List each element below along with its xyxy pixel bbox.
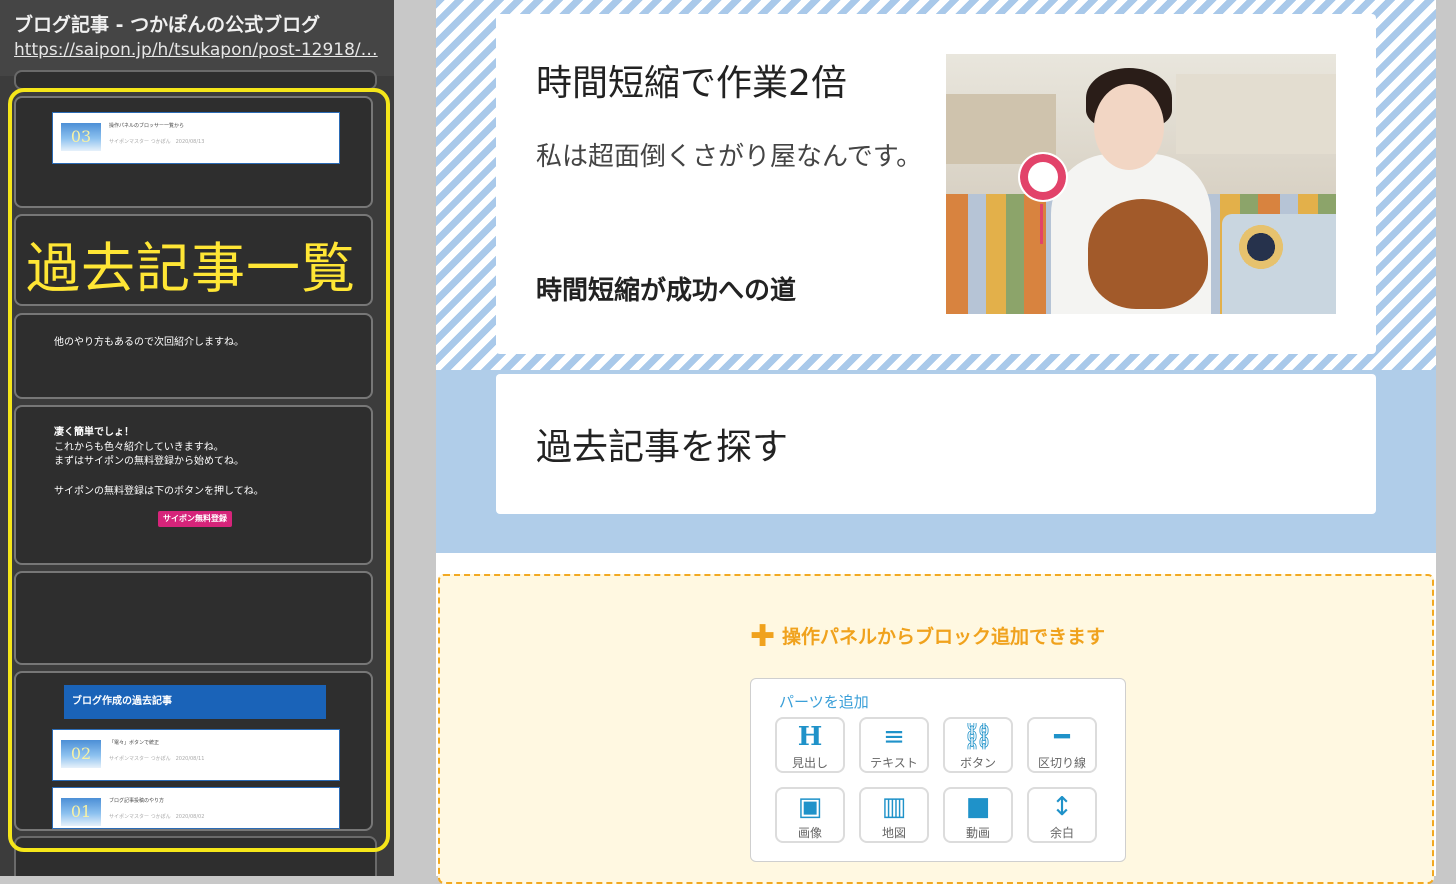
- block-body-text: 私は超面倒くさがり屋なんです。: [536, 142, 923, 172]
- page-url-link[interactable]: https://saipon.jp/h/tsukapon/post-12918/…: [14, 40, 390, 60]
- content-block-search[interactable]: 過去記事を探す: [496, 374, 1376, 514]
- part-label: ボタン: [959, 756, 996, 770]
- add-map-button[interactable]: ▥ 地図: [859, 787, 929, 843]
- add-divider-button[interactable]: ━ 区切り線: [1027, 717, 1097, 773]
- part-label: 画像: [797, 826, 822, 840]
- parts-panel: パーツを追加 H 見出し ≡ テキスト ⛓ ボタン ━ 区切り線 ▣ 画像 ▥ …: [750, 678, 1126, 862]
- block-heading: 時間短縮で作業2倍: [536, 63, 847, 104]
- add-spacer-button[interactable]: ↕ 余白: [1027, 787, 1097, 843]
- link-icon: ⛓: [961, 722, 995, 752]
- parts-panel-title: パーツを追加: [779, 693, 869, 711]
- add-text-button[interactable]: ≡ テキスト: [859, 717, 929, 773]
- map-icon: ▥: [881, 792, 907, 822]
- image-icon: ▣: [797, 792, 823, 822]
- part-label: 見出し: [791, 756, 828, 770]
- add-video-button[interactable]: ■ 動画: [943, 787, 1013, 843]
- circle-sign-icon: [1018, 152, 1068, 202]
- spacer-icon: ↕: [1051, 792, 1073, 822]
- plus-icon: ✚: [750, 619, 776, 654]
- part-label: 区切り線: [1037, 756, 1086, 770]
- part-label: 余白: [1049, 826, 1074, 840]
- add-block-zone[interactable]: ✚ 操作パネルからブロック追加できます パーツを追加 H 見出し ≡ テキスト ⛓…: [438, 574, 1434, 884]
- add-button-button[interactable]: ⛓ ボタン: [943, 717, 1013, 773]
- part-label: 地図: [881, 826, 906, 840]
- selection-highlight: [8, 88, 390, 852]
- text-icon: ≡: [883, 722, 905, 752]
- block-thumbnail-partial[interactable]: [14, 70, 377, 90]
- page-title: ブログ記事 - つかぽんの公式ブログ: [14, 14, 321, 36]
- part-label: テキスト: [870, 756, 918, 770]
- part-label: 動画: [965, 826, 990, 840]
- block-list-panel: ブログ記事 - つかぽんの公式ブログ https://saipon.jp/h/t…: [0, 0, 394, 876]
- content-block-intro[interactable]: 時間短縮で作業2倍 私は超面倒くさがり屋なんです。 時間短縮が成功への道: [496, 14, 1376, 354]
- heading-icon: H: [797, 722, 823, 752]
- block-heading: 過去記事を探す: [536, 427, 789, 468]
- woman-with-dog-photo: [946, 54, 1336, 314]
- add-image-button[interactable]: ▣ 画像: [775, 787, 845, 843]
- scroll-gutter: [1436, 0, 1456, 876]
- divider-icon: ━: [1054, 722, 1070, 752]
- add-block-hint: ✚ 操作パネルからブロック追加できます: [750, 619, 1106, 654]
- video-icon: ■: [965, 792, 991, 822]
- panel-header: ブログ記事 - つかぽんの公式ブログ https://saipon.jp/h/t…: [0, 0, 394, 76]
- block-bold-text: 時間短縮が成功への道: [536, 276, 797, 306]
- add-heading-button[interactable]: H 見出し: [775, 717, 845, 773]
